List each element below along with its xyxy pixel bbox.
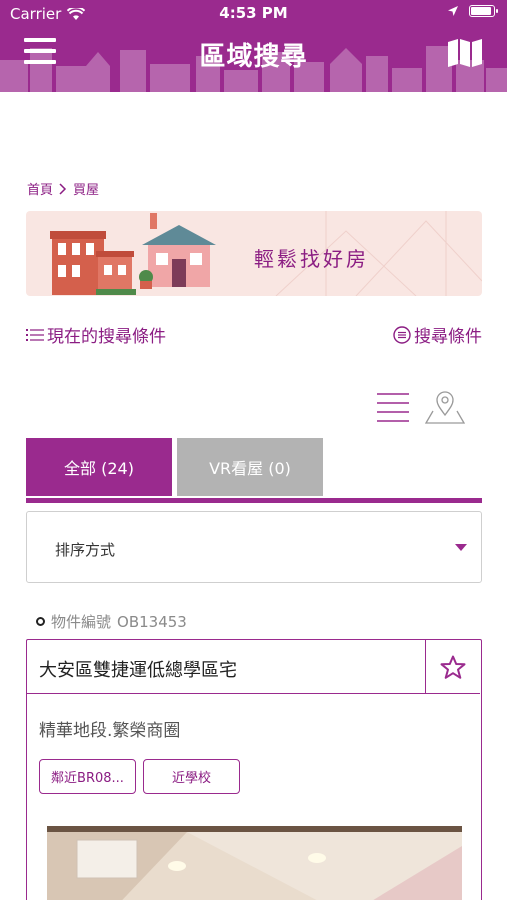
caret-down-icon [455,544,467,551]
filter-circle-icon [393,325,411,344]
status-right [447,5,498,17]
listing-photo[interactable] [47,826,462,900]
breadcrumb-buy[interactable]: 買屋 [73,179,99,198]
star-outline-icon [440,655,466,679]
chevron-right-icon [59,182,67,195]
listing-tag: 近學校 [143,759,240,794]
listing-id-label: 物件編號 [51,613,112,631]
tab-vr[interactable]: VR看屋 (0) [177,438,323,496]
favorite-button[interactable] [425,640,480,694]
list-view-icon [377,393,409,422]
tab-underline [26,498,482,503]
listing-title: 大安區雙捷運低總學區宅 [39,660,237,681]
listing-card[interactable]: 大安區雙捷運低總學區宅 精華地段.繁榮商圈 鄰近BR08... 近學校 [26,639,482,900]
tab-all[interactable]: 全部 (24) [26,438,172,496]
listing-subtitle: 精華地段.繁榮商圈 [39,721,181,741]
room-photo [47,826,462,900]
status-bar: Carrier 4:53 PM [0,0,507,28]
breadcrumb-home[interactable]: 首頁 [27,179,53,198]
battery-icon [469,5,498,17]
page-title: 區域搜尋 [199,42,308,72]
map-icon [448,39,482,67]
search-criteria-label: 搜尋條件 [414,327,482,347]
app-header: Carrier 4:53 PM 區域搜尋 [0,0,507,92]
search-criteria-button[interactable]: 搜尋條件 [393,322,482,347]
location-arrow-icon [448,6,458,16]
listing-tag: 鄰近BR08... [39,759,136,794]
map-view-button[interactable] [424,391,466,425]
listing-id: 物件編號 OB13453 [36,611,187,632]
list-view-button[interactable] [376,392,410,424]
current-criteria-button[interactable]: 現在的搜尋條件 [26,322,166,347]
breadcrumb: 首頁 買屋 [27,179,99,198]
criteria-row: 現在的搜尋條件 搜尋條件 [26,322,482,348]
result-tabs: 全部 (24) VR看屋 (0) [26,438,482,504]
status-time: 4:53 PM [219,4,288,22]
sort-label: 排序方式 [55,541,116,559]
map-pin-icon [424,391,466,424]
promo-banner: 輕鬆找好房 [26,211,482,296]
card-title-row: 大安區雙捷運低總學區宅 [27,640,480,694]
listing-id-value: OB13453 [117,612,187,631]
bullet-icon [36,617,45,626]
banner-text: 輕鬆找好房 [254,247,369,271]
sort-dropdown[interactable]: 排序方式 [26,511,482,583]
list-bullets-icon [26,328,44,341]
map-button[interactable] [447,38,483,68]
current-criteria-label: 現在的搜尋條件 [47,327,166,347]
